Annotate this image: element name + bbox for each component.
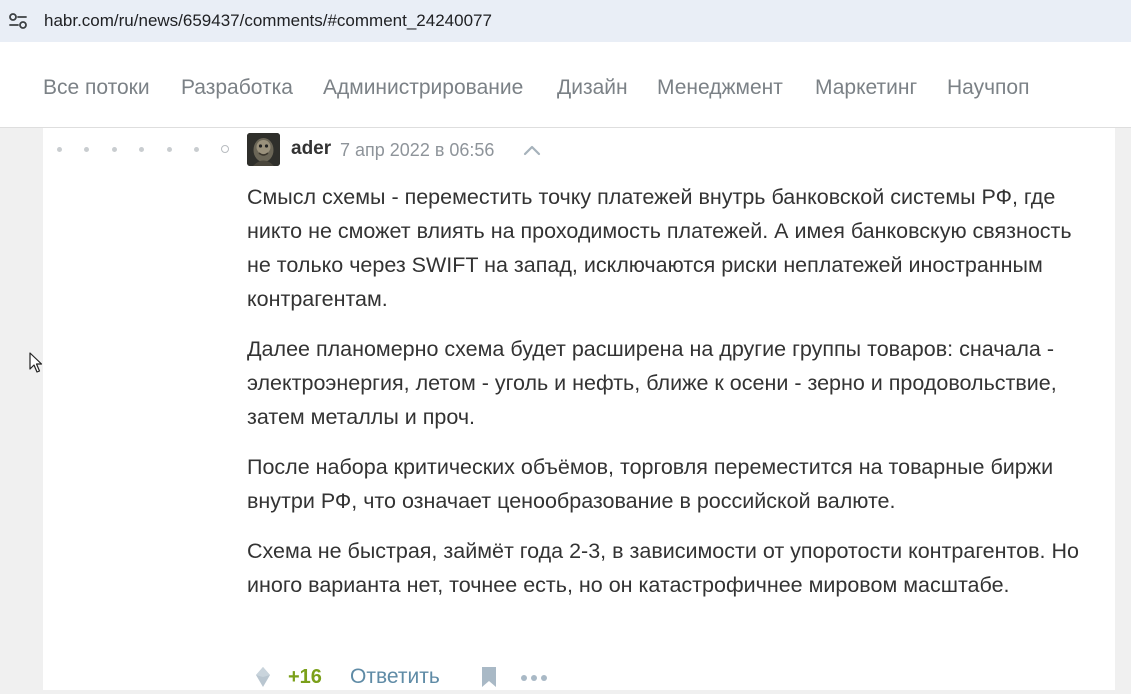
avatar[interactable]	[247, 133, 280, 166]
thread-level-dot[interactable]	[57, 147, 62, 152]
thread-level-dot[interactable]	[84, 147, 89, 152]
browser-address-bar[interactable]: habr.com/ru/news/659437/comments/#commen…	[0, 0, 1131, 42]
thread-level-dot[interactable]	[139, 147, 144, 152]
comment-author[interactable]: ader	[291, 138, 331, 160]
vote-icon[interactable]	[255, 666, 271, 688]
nav-item-management[interactable]: Менеджмент	[657, 75, 783, 101]
bookmark-icon[interactable]	[480, 666, 498, 688]
more-dots-icon[interactable]	[520, 674, 548, 682]
nav-item-marketing[interactable]: Маркетинг	[815, 75, 917, 101]
reply-button[interactable]: Ответить	[350, 665, 440, 689]
nav-item-all-flows[interactable]: Все потоки	[43, 75, 150, 101]
chevron-up-icon[interactable]	[523, 143, 541, 157]
mouse-cursor-icon	[29, 352, 43, 373]
comment-paragraph: Смысл схемы - переместить точку платежей…	[247, 185, 1072, 311]
thread-level-dot[interactable]	[112, 147, 117, 152]
comment-score: +16	[288, 666, 322, 688]
comment-footer: +16 Ответить	[247, 660, 1097, 694]
nav-item-design[interactable]: Дизайн	[557, 75, 628, 101]
toolbar-divider	[0, 42, 1131, 50]
nav-item-development[interactable]: Разработка	[181, 75, 293, 101]
url-text[interactable]: habr.com/ru/news/659437/comments/#commen…	[44, 10, 492, 32]
tune-icon[interactable]	[8, 11, 28, 31]
comment-paragraph: Схема не быстрая, займёт года 2-3, в зав…	[247, 539, 1079, 597]
thread-level-dot[interactable]	[194, 147, 199, 152]
comment-paragraph: После набора критических объёмов, торгов…	[247, 455, 1054, 513]
comment-paragraph: Далее планомерно схема будет расширена н…	[247, 337, 1057, 429]
nav-item-popsci[interactable]: Научпоп	[947, 75, 1029, 101]
flows-nav: Все потоки Разработка Администрирование …	[0, 50, 1131, 128]
nav-item-administration[interactable]: Администрирование	[323, 75, 523, 101]
thread-level-dot-current[interactable]	[221, 145, 229, 153]
comment-datetime[interactable]: 7 апр 2022 в 06:56	[340, 139, 494, 161]
thread-level-dot[interactable]	[167, 147, 172, 152]
comment-body: Смысл схемы - переместить точку платежей…	[247, 180, 1097, 618]
avatar-image	[247, 133, 280, 166]
